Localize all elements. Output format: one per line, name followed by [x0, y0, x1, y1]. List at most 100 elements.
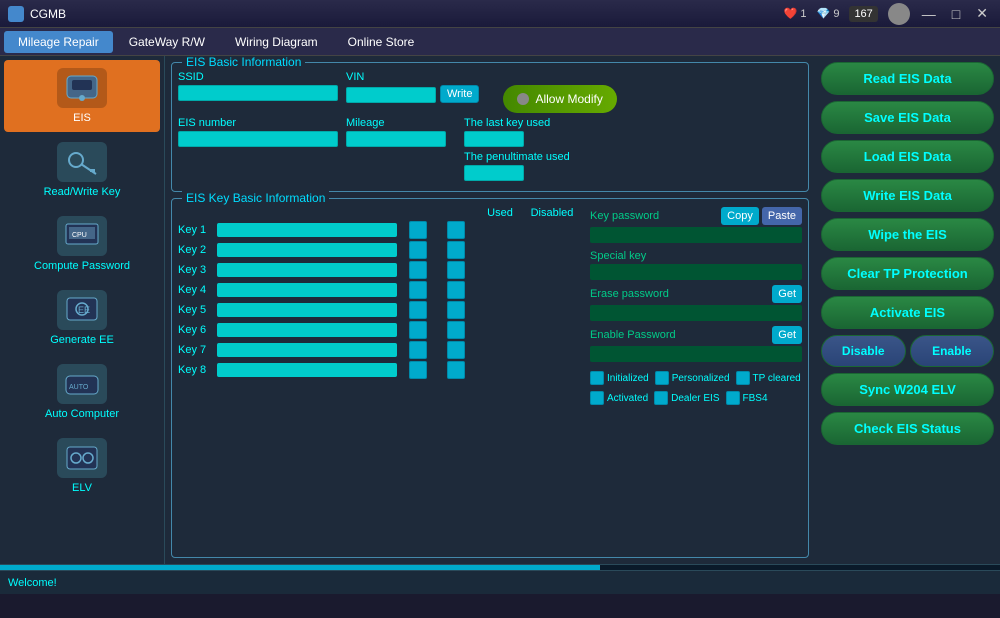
sidebar-item-eis[interactable]: EIS	[4, 60, 160, 132]
status-initialized: Initialized	[590, 371, 649, 385]
key-password-panel: Key password Copy Paste Special ke	[582, 207, 802, 405]
sidebar-label-generate: Generate EE	[50, 334, 114, 346]
sidebar: EIS Read/Write Key CPU Compute Password	[0, 56, 165, 564]
disable-button[interactable]: Disable	[821, 335, 906, 367]
status-message: Welcome!	[8, 577, 57, 589]
close-button[interactable]: ✕	[972, 5, 992, 22]
initialized-checkbox[interactable]	[590, 371, 604, 385]
save-eis-button[interactable]: Save EIS Data	[821, 101, 994, 134]
wipe-eis-button[interactable]: Wipe the EIS	[821, 218, 994, 251]
ssid-input[interactable]	[178, 85, 338, 101]
eis-key-info-group: EIS Key Basic Information Used Disabled …	[171, 198, 809, 558]
used-header: Used	[474, 207, 526, 219]
enable-get-button[interactable]: Get	[772, 326, 802, 344]
heart-icon: ❤️ 1	[784, 7, 807, 20]
key-bar-6	[217, 323, 397, 337]
tp-cleared-checkbox[interactable]	[736, 371, 750, 385]
key-label-1: Key 1	[178, 224, 213, 236]
dealer-eis-label: Dealer EIS	[671, 393, 719, 404]
key-disabled-6[interactable]	[447, 321, 465, 339]
sidebar-item-elv[interactable]: ELV	[4, 430, 160, 502]
sidebar-label-auto: Auto Computer	[45, 408, 119, 420]
status-personalized: Personalized	[655, 371, 730, 385]
read-eis-button[interactable]: Read EIS Data	[821, 62, 994, 95]
sidebar-item-generate-ee[interactable]: EE Generate EE	[4, 282, 160, 354]
penultimate-input[interactable]	[464, 165, 524, 181]
write-button[interactable]: Write	[440, 85, 479, 103]
key-row-5: Key 5	[178, 301, 582, 319]
eis-basic-info-group: EIS Basic Information SSID VIN Write	[171, 62, 809, 192]
key-used-4[interactable]	[409, 281, 427, 299]
svg-text:AUTO: AUTO	[69, 384, 89, 391]
allow-modify-button[interactable]: Allow Modify	[503, 85, 616, 113]
key-disabled-4[interactable]	[447, 281, 465, 299]
key-icon	[57, 142, 107, 182]
vin-input[interactable]	[346, 87, 436, 103]
erase-password-label: Erase password	[590, 288, 669, 300]
activate-eis-button[interactable]: Activate EIS	[821, 296, 994, 329]
sidebar-label-elv: ELV	[72, 482, 92, 494]
erase-password-input[interactable]	[590, 305, 802, 321]
penultimate-field: The penultimate used	[464, 151, 570, 181]
key-used-3[interactable]	[409, 261, 427, 279]
special-key-section: Special key	[590, 248, 802, 280]
initialized-label: Initialized	[607, 373, 649, 384]
key-used-1[interactable]	[409, 221, 427, 239]
sidebar-item-compute-password[interactable]: CPU Compute Password	[4, 208, 160, 280]
key-bar-7	[217, 343, 397, 357]
eis-number-label: EIS number	[178, 117, 338, 129]
special-key-input[interactable]	[590, 264, 802, 280]
erase-get-button[interactable]: Get	[772, 285, 802, 303]
last-key-input[interactable]	[464, 131, 524, 147]
personalized-checkbox[interactable]	[655, 371, 669, 385]
key-used-5[interactable]	[409, 301, 427, 319]
mileage-label: Mileage	[346, 117, 446, 129]
mileage-input[interactable]	[346, 131, 446, 147]
sync-elv-button[interactable]: Sync W204 ELV	[821, 373, 994, 406]
sidebar-label-compute: Compute Password	[34, 260, 130, 272]
key-disabled-2[interactable]	[447, 241, 465, 259]
disable-enable-row: Disable Enable	[821, 335, 994, 367]
title-bar-right: ❤️ 1 💎 9 167 — □ ✕	[784, 3, 992, 25]
key-used-fields: The last key used The penultimate used	[464, 117, 570, 181]
key-label-2: Key 2	[178, 244, 213, 256]
key-disabled-3[interactable]	[447, 261, 465, 279]
lower-section: EIS Key Basic Information Used Disabled …	[171, 198, 809, 558]
enable-button[interactable]: Enable	[910, 335, 995, 367]
dealer-eis-checkbox[interactable]	[654, 391, 668, 405]
copy-button[interactable]: Copy	[721, 207, 759, 225]
paste-button[interactable]: Paste	[762, 207, 802, 225]
key-disabled-1[interactable]	[447, 221, 465, 239]
enable-password-input[interactable]	[590, 346, 802, 362]
title-bar-left: CGMB	[8, 6, 66, 22]
load-eis-button[interactable]: Load EIS Data	[821, 140, 994, 173]
write-eis-button[interactable]: Write EIS Data	[821, 179, 994, 212]
key-label-6: Key 6	[178, 324, 213, 336]
key-disabled-5[interactable]	[447, 301, 465, 319]
menu-mileage-repair[interactable]: Mileage Repair	[4, 31, 113, 53]
key-bar-2	[217, 243, 397, 257]
menu-gateway[interactable]: GateWay R/W	[115, 31, 219, 53]
menu-wiring[interactable]: Wiring Diagram	[221, 31, 332, 53]
maximize-button[interactable]: □	[948, 6, 964, 22]
key-disabled-7[interactable]	[447, 341, 465, 359]
sidebar-label-eis: EIS	[73, 112, 91, 124]
key-password-input[interactable]	[590, 227, 802, 243]
key-label-3: Key 3	[178, 264, 213, 276]
activated-checkbox[interactable]	[590, 391, 604, 405]
sidebar-item-auto-computer[interactable]: AUTO Auto Computer	[4, 356, 160, 428]
key-used-6[interactable]	[409, 321, 427, 339]
minimize-button[interactable]: —	[918, 6, 940, 22]
sidebar-item-read-write-key[interactable]: Read/Write Key	[4, 134, 160, 206]
eis-number-input[interactable]	[178, 131, 338, 147]
menu-store[interactable]: Online Store	[334, 31, 429, 53]
key-used-2[interactable]	[409, 241, 427, 259]
fbs4-checkbox[interactable]	[726, 391, 740, 405]
status-bar: Welcome!	[0, 570, 1000, 594]
mileage-field: Mileage	[346, 117, 446, 147]
key-disabled-8[interactable]	[447, 361, 465, 379]
check-eis-button[interactable]: Check EIS Status	[821, 412, 994, 445]
key-used-8[interactable]	[409, 361, 427, 379]
clear-tp-button[interactable]: Clear TP Protection	[821, 257, 994, 290]
key-used-7[interactable]	[409, 341, 427, 359]
